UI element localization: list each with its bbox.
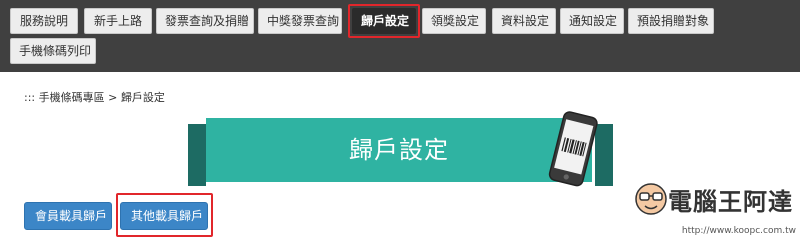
nav-item-notification-settings[interactable]: 通知設定 <box>560 8 624 34</box>
highlight-box-nav <box>348 4 420 38</box>
member-carrier-collection-button[interactable]: 會員載具歸戶 <box>24 202 112 230</box>
nav-item-default-donation[interactable]: 預設捐贈對象 <box>628 8 714 34</box>
highlight-box-button <box>116 193 213 237</box>
breadcrumb: ::: 手機條碼專區 > 歸戶設定 <box>24 91 165 104</box>
watermark-url: http://www.koopc.com.tw <box>681 226 796 236</box>
watermark: 電腦王阿達 http://www.koopc.com.tw <box>634 182 800 242</box>
mascot-icon <box>635 183 667 215</box>
phone-barcode-icon <box>548 111 598 187</box>
nav-item-data-settings[interactable]: 資料設定 <box>492 8 556 34</box>
watermark-brand: 電腦王阿達 <box>668 188 793 216</box>
page-title: 歸戶設定 <box>206 118 592 182</box>
nav-item-beginner[interactable]: 新手上路 <box>84 8 152 34</box>
nav-item-prize-settings[interactable]: 領獎設定 <box>422 8 486 34</box>
nav-item-barcode-print[interactable]: 手機條碼列印 <box>10 38 96 64</box>
nav-item-service-info[interactable]: 服務說明 <box>10 8 78 34</box>
nav-item-winning-invoice[interactable]: 中獎發票查詢 <box>258 8 342 34</box>
nav-item-invoice-query-donate[interactable]: 發票查詢及捐贈 <box>156 8 254 34</box>
banner-ribbon-left <box>188 124 206 186</box>
